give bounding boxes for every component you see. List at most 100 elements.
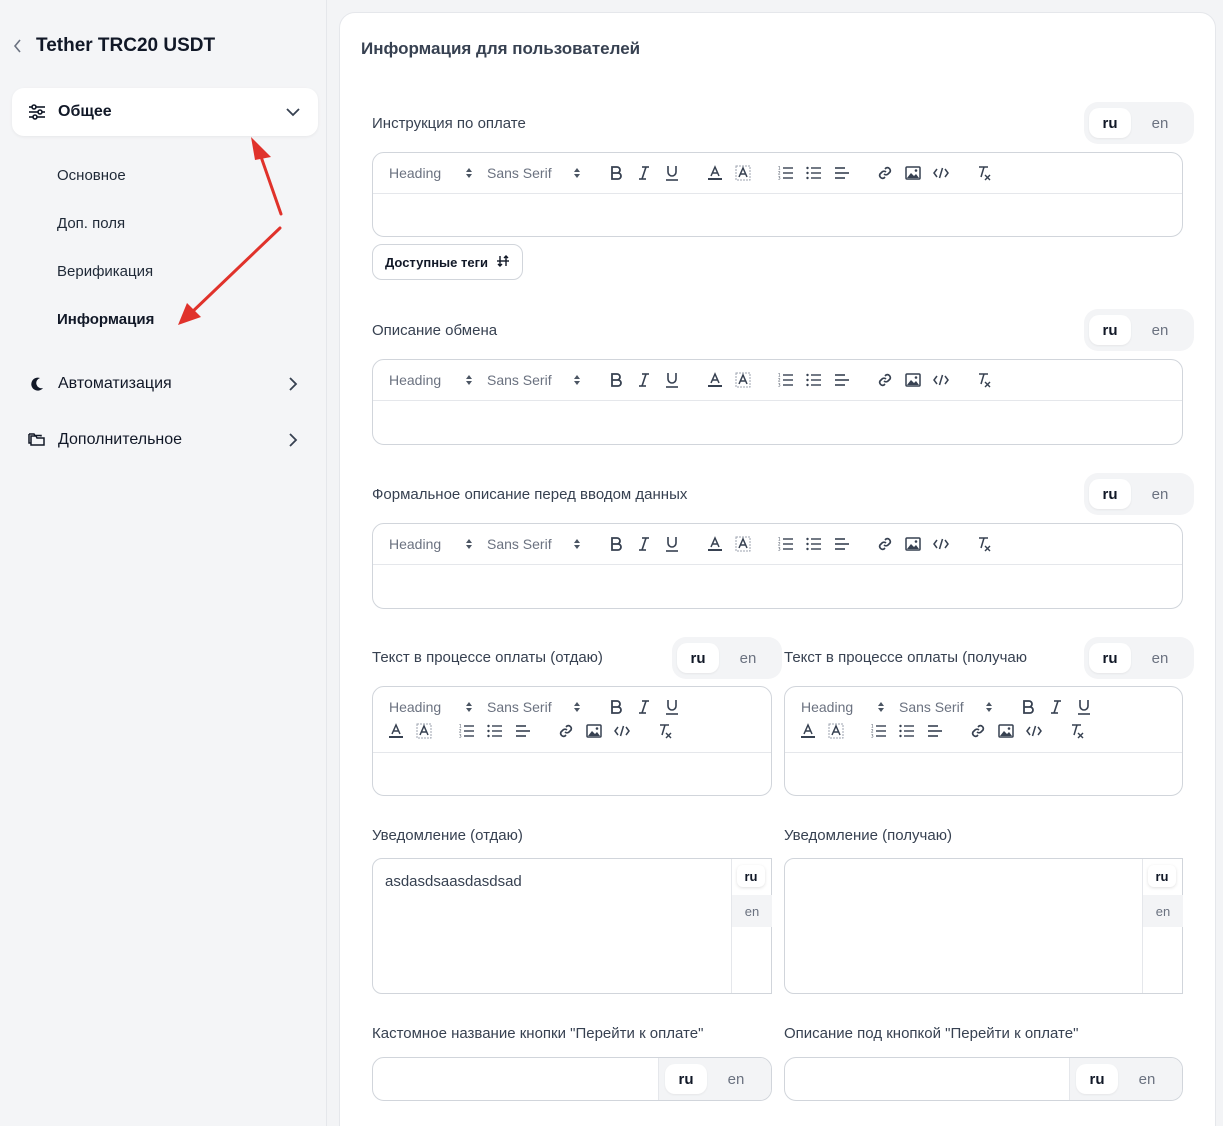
code-icon[interactable] [930,162,952,184]
chevron-left-icon[interactable] [12,34,24,58]
ordered-list-icon[interactable]: 123 [868,720,890,742]
rich-text-editor[interactable]: Heading Sans Serif 1 2 3 [784,686,1183,796]
underline-icon[interactable] [661,162,683,184]
font-select[interactable]: Sans Serif [487,696,552,718]
rich-text-editor[interactable]: Heading Sans Serif 1 2 3 [372,523,1183,609]
lang-en-button[interactable]: en [1139,108,1181,138]
image-icon[interactable] [902,533,924,555]
bold-icon[interactable] [605,162,627,184]
nav-group-general[interactable]: Общее [12,88,318,136]
heading-select[interactable]: Heading [389,533,441,555]
text-color-icon[interactable] [797,720,819,742]
bullet-list-icon[interactable] [803,369,825,391]
ordered-list-icon[interactable]: 123 [456,720,478,742]
bold-icon[interactable] [605,369,627,391]
clear-format-icon[interactable] [973,533,995,555]
image-icon[interactable] [902,369,924,391]
underline-icon[interactable] [661,696,683,718]
lang-en-button[interactable]: en [1126,1064,1168,1094]
highlight-icon[interactable] [825,720,847,742]
lang-en-button[interactable]: en [1139,643,1181,673]
lang-ru-button[interactable]: ru [1148,865,1176,887]
link-icon[interactable] [555,720,577,742]
lang-ru-button[interactable]: ru [1089,108,1131,138]
chevron-right-icon[interactable] [284,431,302,449]
image-icon[interactable] [583,720,605,742]
clear-format-icon[interactable] [1066,720,1088,742]
image-icon[interactable] [902,162,924,184]
bold-icon[interactable] [605,533,627,555]
clear-format-icon[interactable] [973,369,995,391]
heading-select[interactable]: Heading [389,369,441,391]
underline-icon[interactable] [1073,696,1095,718]
back-row[interactable]: Tether TRC20 USDT [12,34,215,58]
bullet-list-icon[interactable] [803,162,825,184]
align-icon[interactable] [924,720,946,742]
lang-en-button[interactable]: en [1139,479,1181,509]
underline-icon[interactable] [661,533,683,555]
font-select[interactable]: Sans Serif [487,369,552,391]
subnav-information[interactable]: Информация [57,311,154,328]
code-icon[interactable] [930,533,952,555]
italic-icon[interactable] [633,162,655,184]
text-input[interactable] [373,1058,669,1100]
heading-select[interactable]: Heading [801,696,853,718]
subnav-extra-fields[interactable]: Доп. поля [57,215,125,232]
button-description-input[interactable]: ru en [784,1057,1183,1101]
lang-en-button[interactable]: en [1143,895,1183,927]
text-color-icon[interactable] [704,533,726,555]
subnav-verification[interactable]: Верификация [57,263,153,280]
font-select[interactable]: Sans Serif [899,696,964,718]
lang-ru-button[interactable]: ru [665,1064,707,1094]
clear-format-icon[interactable] [654,720,676,742]
notify-receive-textarea[interactable]: ru en [784,858,1183,994]
highlight-icon[interactable] [732,369,754,391]
nav-group-automation[interactable]: Автоматизация [12,362,318,406]
link-icon[interactable] [967,720,989,742]
code-icon[interactable] [1023,720,1045,742]
lang-ru-button[interactable]: ru [1089,479,1131,509]
highlight-icon[interactable] [413,720,435,742]
available-tags-button[interactable]: Доступные теги [372,244,523,280]
rich-text-editor[interactable]: Heading Sans Serif 1 2 3 [372,686,772,796]
underline-icon[interactable] [661,369,683,391]
nav-group-additional[interactable]: Дополнительное [12,418,318,462]
align-icon[interactable] [512,720,534,742]
rich-text-editor[interactable]: Heading Sans Serif 1 2 3 [372,152,1183,237]
text-color-icon[interactable] [385,720,407,742]
rich-text-editor[interactable]: Heading Sans Serif 1 2 3 [372,359,1183,445]
chevron-right-icon[interactable] [284,375,302,393]
align-icon[interactable] [831,533,853,555]
ordered-list-icon[interactable]: 123 [775,369,797,391]
heading-select[interactable]: Heading [389,696,441,718]
highlight-icon[interactable] [732,533,754,555]
italic-icon[interactable] [1045,696,1067,718]
ordered-list-icon[interactable]: 123 [775,162,797,184]
lang-ru-button[interactable]: ru [1089,643,1131,673]
text-color-icon[interactable] [704,369,726,391]
code-icon[interactable] [930,369,952,391]
bullet-list-icon[interactable] [484,720,506,742]
lang-en-button[interactable]: en [727,643,769,673]
bold-icon[interactable] [605,696,627,718]
link-icon[interactable] [874,162,896,184]
italic-icon[interactable] [633,533,655,555]
lang-en-button[interactable]: en [732,895,772,927]
bullet-list-icon[interactable] [803,533,825,555]
align-icon[interactable] [831,162,853,184]
chevron-down-icon[interactable] [284,103,302,121]
text-color-icon[interactable] [704,162,726,184]
italic-icon[interactable] [633,696,655,718]
link-icon[interactable] [874,533,896,555]
italic-icon[interactable] [633,369,655,391]
lang-ru-button[interactable]: ru [737,865,765,887]
lang-ru-button[interactable]: ru [1076,1064,1118,1094]
bold-icon[interactable] [1017,696,1039,718]
lang-ru-button[interactable]: ru [1089,315,1131,345]
bullet-list-icon[interactable] [896,720,918,742]
lang-en-button[interactable]: en [1139,315,1181,345]
custom-button-name-input[interactable]: ru en [372,1057,772,1101]
image-icon[interactable] [995,720,1017,742]
lang-ru-button[interactable]: ru [677,643,719,673]
link-icon[interactable] [874,369,896,391]
